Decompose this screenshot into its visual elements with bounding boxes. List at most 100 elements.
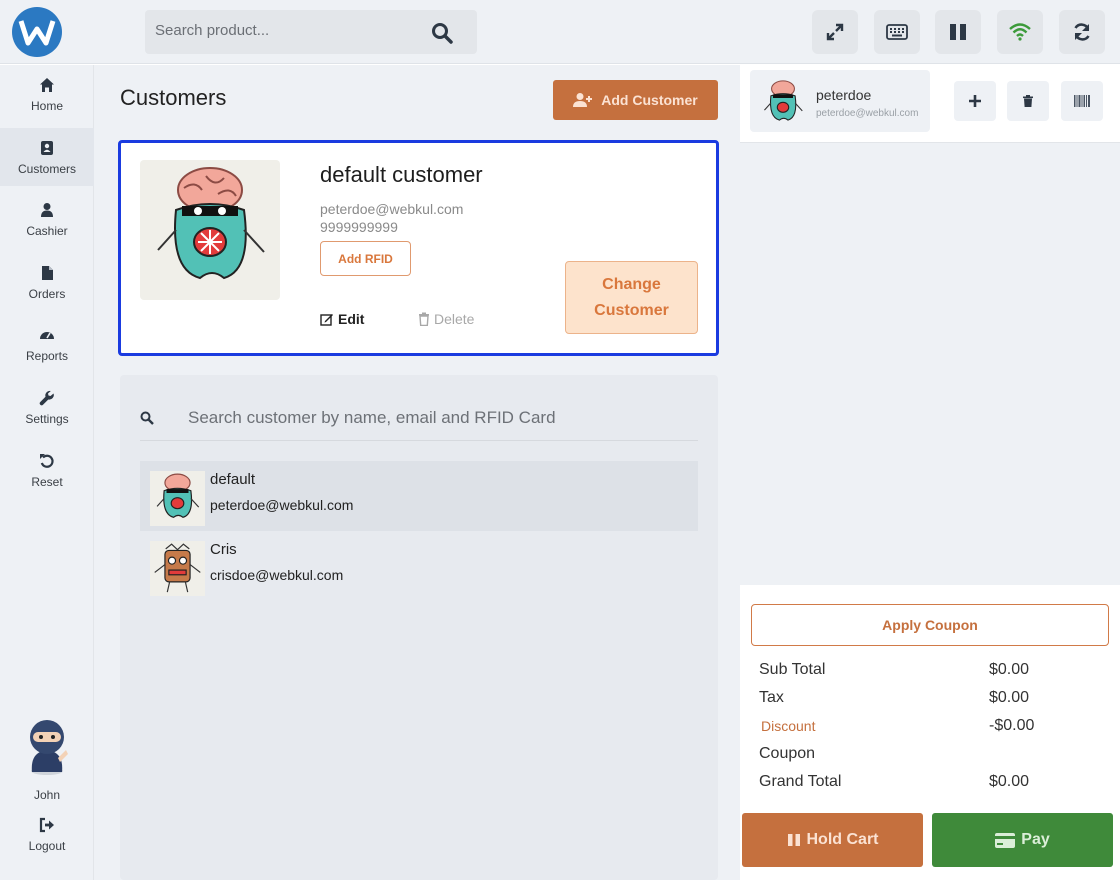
- logout-icon: [39, 817, 54, 833]
- search-icon: [140, 411, 154, 425]
- fullscreen-button[interactable]: [812, 10, 858, 54]
- top-bar: Search product...: [0, 0, 1120, 64]
- barcode-icon: [1074, 95, 1090, 107]
- add-item-button[interactable]: [954, 81, 996, 121]
- customer-list-panel: Search customer by name, email and RFID …: [120, 375, 718, 880]
- logo-icon: [18, 20, 56, 46]
- cart-items-area: [740, 143, 1120, 585]
- reports-icon: [40, 332, 54, 339]
- sidebar-item-label: Reset: [31, 475, 63, 489]
- discount-value: -$0.00: [989, 717, 1035, 734]
- sidebar-item-label: Settings: [25, 412, 69, 426]
- cart-customer-email: peterdoe@webkul.com: [816, 108, 919, 119]
- credit-card-icon: [995, 832, 1016, 848]
- sidebar: Home Customers Cashier Orders Reports Se…: [0, 65, 94, 880]
- customer-phone: 9999999999: [320, 219, 398, 235]
- delete-label: Delete: [434, 311, 475, 327]
- tax-value: $0.00: [989, 689, 1030, 706]
- sidebar-item-cashier[interactable]: Cashier: [0, 190, 94, 248]
- network-status-button[interactable]: [997, 10, 1043, 54]
- cart-customer-name: peterdoe: [816, 87, 872, 103]
- sidebar-item-reset[interactable]: Reset: [0, 441, 94, 499]
- search-icon[interactable]: [431, 22, 453, 44]
- monster-avatar-icon: [154, 543, 201, 593]
- customers-page: Customers Add Customer default customer …: [94, 65, 740, 880]
- cart-panel: peterdoe peterdoe@webkul.com Apply Coupo…: [740, 65, 1120, 880]
- customer-search-input[interactable]: Search customer by name, email and RFID …: [140, 395, 698, 441]
- home-icon: [40, 78, 54, 92]
- customer-search-placeholder: Search customer by name, email and RFID …: [188, 408, 556, 427]
- logout-label: Logout: [28, 839, 66, 853]
- monster-avatar-icon: [156, 473, 200, 519]
- sidebar-item-orders[interactable]: Orders: [0, 253, 94, 311]
- pause-icon: [787, 834, 800, 846]
- sidebar-item-customers[interactable]: Customers: [0, 128, 94, 186]
- customer-name: default customer: [320, 162, 483, 187]
- wifi-icon: [1009, 23, 1031, 41]
- discount-label[interactable]: Discount: [761, 718, 815, 734]
- barcode-button[interactable]: [1061, 81, 1103, 121]
- customer-email: peterdoe@webkul.com: [320, 201, 464, 217]
- plus-icon: [969, 95, 981, 107]
- sidebar-item-label: Orders: [28, 287, 66, 301]
- refresh-icon: [1074, 23, 1090, 41]
- pause-button[interactable]: [935, 10, 981, 54]
- trash-icon: [419, 312, 429, 326]
- customer-list-name: Cris: [210, 541, 237, 558]
- sidebar-item-label: Cashier: [26, 224, 68, 238]
- sidebar-item-reports[interactable]: Reports: [0, 315, 94, 373]
- customer-list-avatar: [150, 541, 205, 596]
- grand-total-value: $0.00: [989, 773, 1030, 790]
- cart-customer-avatar: [758, 78, 808, 128]
- orders-icon: [42, 266, 53, 280]
- sidebar-item-label: Reports: [25, 349, 69, 363]
- sidebar-item-label: Home: [30, 99, 63, 113]
- pay-button[interactable]: Pay: [932, 813, 1113, 867]
- app-logo[interactable]: [12, 7, 62, 57]
- add-customer-button[interactable]: Add Customer: [553, 80, 718, 120]
- pause-icon: [950, 24, 966, 40]
- add-customer-label: Add Customer: [601, 92, 698, 108]
- monster-avatar-icon: [764, 80, 803, 121]
- hold-cart-label: Hold Cart: [806, 831, 879, 848]
- user-name: John: [33, 788, 61, 802]
- clear-cart-button[interactable]: [1007, 81, 1049, 121]
- customer-list-item[interactable]: default peterdoe@webkul.com: [140, 461, 698, 531]
- cart-customer[interactable]: peterdoe peterdoe@webkul.com: [750, 70, 930, 132]
- subtotal-label: Sub Total: [759, 661, 826, 678]
- edit-icon: [320, 314, 333, 326]
- keyboard-button[interactable]: [874, 10, 920, 54]
- user-avatar[interactable]: [22, 716, 72, 776]
- product-search-input[interactable]: Search product...: [145, 10, 477, 54]
- pay-label: Pay: [1021, 831, 1050, 848]
- subtotal-value: $0.00: [989, 661, 1030, 678]
- page-title: Customers: [120, 85, 227, 110]
- coupon-label: Coupon: [759, 745, 816, 762]
- apply-coupon-button[interactable]: Apply Coupon: [751, 604, 1109, 646]
- sidebar-item-label: Customers: [17, 162, 76, 176]
- customer-avatar: [140, 160, 280, 300]
- logout-button[interactable]: Logout: [0, 815, 94, 855]
- monster-avatar-icon: [157, 167, 265, 280]
- hold-cart-button[interactable]: Hold Cart: [742, 813, 923, 867]
- change-customer-button[interactable]: Change Customer: [565, 261, 698, 334]
- selected-customer-card: default customer peterdoe@webkul.com 999…: [118, 140, 719, 356]
- wrench-icon: [39, 390, 54, 406]
- customer-list-item[interactable]: Cris crisdoe@webkul.com: [140, 531, 698, 601]
- trash-icon: [1023, 95, 1033, 107]
- product-search-placeholder: Search product...: [155, 22, 270, 39]
- expand-icon: [826, 23, 844, 41]
- tax-label: Tax: [759, 689, 784, 706]
- reset-icon: [40, 454, 54, 468]
- delete-customer-button[interactable]: Delete: [418, 311, 474, 327]
- add-rfid-button[interactable]: Add RFID: [320, 241, 411, 276]
- customer-list-email: peterdoe@webkul.com: [210, 497, 354, 513]
- edit-customer-button[interactable]: Edit: [320, 311, 364, 327]
- keyboard-icon: [886, 24, 908, 40]
- sidebar-item-home[interactable]: Home: [0, 65, 94, 123]
- grand-total-label: Grand Total: [759, 773, 842, 790]
- ninja-avatar-icon: [30, 720, 68, 775]
- cashier-icon: [41, 203, 53, 217]
- sync-button[interactable]: [1059, 10, 1105, 54]
- sidebar-item-settings[interactable]: Settings: [0, 378, 94, 436]
